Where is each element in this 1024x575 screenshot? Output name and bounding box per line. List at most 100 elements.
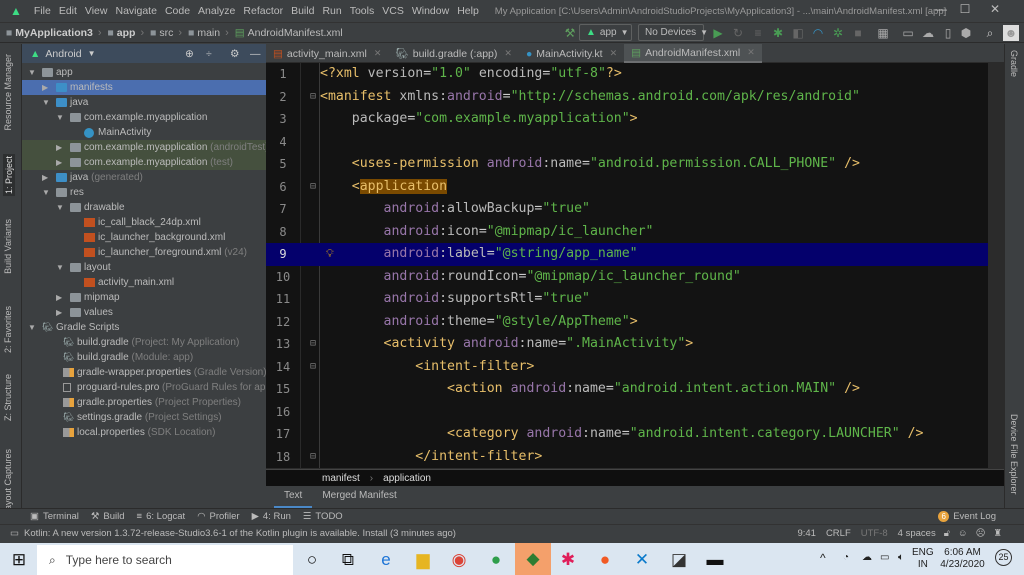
profile-icon[interactable]: ◠ xyxy=(810,25,826,41)
code-line[interactable]: 18 ⊟ </intent-filter> xyxy=(266,446,988,469)
menu-file[interactable]: File xyxy=(30,5,55,17)
tab-merged-manifest[interactable]: Merged Manifest xyxy=(312,486,406,508)
run-icon[interactable]: ▶ xyxy=(710,25,726,41)
menu-code[interactable]: Code xyxy=(161,5,194,17)
status-message[interactable]: Kotlin: A new version 1.3.72-release-Stu… xyxy=(24,528,456,539)
close-button[interactable]: ✕ xyxy=(980,2,1010,20)
file-explorer-icon[interactable]: ▆ xyxy=(408,547,438,573)
mongodb-compass-icon[interactable]: ● xyxy=(481,547,511,573)
project-structure-icon[interactable]: ▦ xyxy=(875,25,891,41)
sdk-manager-icon[interactable]: ⬢ xyxy=(958,25,974,41)
editor-tab[interactable]: ▤ activity_main.xml ✕ xyxy=(266,44,388,63)
tree-item[interactable]: ic_launcher_foreground.xml (v24) xyxy=(22,245,266,260)
tree-item[interactable]: local.properties (SDK Location) xyxy=(22,425,266,440)
breadcrumb-file[interactable]: ▤ AndroidManifest.xml xyxy=(235,27,343,39)
debug-icon[interactable]: ✱ xyxy=(770,25,786,41)
tree-item[interactable]: ▶ java (generated) xyxy=(22,170,266,185)
collapsed-arrow-icon[interactable]: ▶ xyxy=(42,170,52,185)
code-area[interactable]: 1 <?xml version="1.0" encoding="utf-8"?> 2… xyxy=(266,63,988,468)
sync-gradle-icon[interactable]: ▭ xyxy=(900,25,916,41)
expanded-arrow-icon[interactable]: ▼ xyxy=(42,185,52,200)
line-separator[interactable]: CRLF xyxy=(826,528,851,539)
tree-item[interactable]: ▶ mipmap xyxy=(22,290,266,305)
smile-feedback-icon[interactable]: ☺ xyxy=(958,528,968,539)
event-log-button[interactable]: 6 Event Log xyxy=(938,511,996,522)
cortana-icon[interactable]: ○ xyxy=(297,547,327,573)
code-line[interactable]: 13 ⊟ <activity android:name=".MainActivit… xyxy=(266,333,988,356)
edge-icon[interactable]: e xyxy=(371,547,401,573)
collapsed-arrow-icon[interactable]: ▶ xyxy=(56,290,66,305)
collapsed-arrow-icon[interactable]: ▶ xyxy=(56,155,66,170)
code-line[interactable]: 5 <uses-permission android:name="android… xyxy=(266,153,988,176)
memory-indicator-icon[interactable]: ♜ xyxy=(993,528,1002,539)
tool-tab-layout-captures[interactable]: Layout Captures xyxy=(3,449,13,515)
tree-item[interactable]: 🐘︎ settings.gradle (Project Settings) xyxy=(22,410,266,425)
battery-icon[interactable]: ▭ xyxy=(880,552,889,564)
code-line[interactable]: 9 💡︎ android:label="@string/app_name" xyxy=(266,243,988,266)
breadcrumb-module[interactable]: ■ app xyxy=(108,27,136,39)
menu-build[interactable]: Build xyxy=(287,5,318,17)
todo-button[interactable]: ☰ TODO xyxy=(303,511,343,522)
locate-icon[interactable]: ⊕ xyxy=(185,48,194,60)
menu-view[interactable]: View xyxy=(81,5,112,17)
menu-edit[interactable]: Edit xyxy=(55,5,81,17)
collapsed-arrow-icon[interactable]: ▶ xyxy=(56,305,66,320)
breadcrumb-src[interactable]: ■ src xyxy=(150,27,173,39)
code-line[interactable]: 16 xyxy=(266,401,988,424)
profiler-button[interactable]: ◠ Profiler xyxy=(197,511,239,522)
toggle-tool-windows-icon[interactable]: ▭ xyxy=(10,528,19,539)
network-icon[interactable]: ◔ xyxy=(843,552,849,564)
build-button[interactable]: ⚒ Build xyxy=(91,511,125,522)
code-line[interactable]: 8 android:icon="@mipmap/ic_launcher" xyxy=(266,221,988,244)
expanded-arrow-icon[interactable]: ▼ xyxy=(42,95,52,110)
tree-item[interactable]: gradle-wrapper.properties (Gradle Versio… xyxy=(22,365,267,380)
run-config-dropdown[interactable]: ▲ app ▼ xyxy=(579,24,632,41)
menu-vcs[interactable]: VCS xyxy=(378,5,408,17)
collapsed-arrow-icon[interactable]: ▶ xyxy=(56,140,66,155)
device-dropdown[interactable]: No Devices ▼ xyxy=(638,24,708,41)
menu-navigate[interactable]: Navigate xyxy=(111,5,160,17)
menu-tools[interactable]: Tools xyxy=(346,5,379,17)
fold-marker-icon[interactable]: ⊟ xyxy=(310,86,316,109)
code-line[interactable]: 12 android:theme="@style/AppTheme"> xyxy=(266,311,988,334)
fold-marker-icon[interactable]: ⊟ xyxy=(310,446,316,469)
breadcrumb-main[interactable]: ■ main xyxy=(188,27,220,39)
crumb-manifest[interactable]: manifest xyxy=(322,473,360,484)
taskbar-search[interactable]: ⌕ Type here to search xyxy=(37,545,293,575)
terminal-taskbar-icon[interactable]: ▬ xyxy=(700,547,730,573)
vscode-icon[interactable]: ✕ xyxy=(627,547,657,573)
code-line[interactable]: 7 android:allowBackup="true" xyxy=(266,198,988,221)
tray-chevron-icon[interactable]: ^ xyxy=(820,552,826,564)
make-project-hammer-icon[interactable]: ⚒ xyxy=(562,25,578,41)
fold-marker-icon[interactable]: ⊟ xyxy=(310,176,316,199)
tree-item[interactable]: ▶ com.example.myapplication (androidTest) xyxy=(22,140,269,155)
tool-tab-build-variants[interactable]: Build Variants xyxy=(3,219,13,274)
terminal-button[interactable]: ▣ Terminal xyxy=(30,511,79,522)
tree-item[interactable]: ▼ layout xyxy=(22,260,266,275)
caret-position[interactable]: 9:41 xyxy=(797,528,816,539)
code-line[interactable]: 11 android:supportsRtl="true" xyxy=(266,288,988,311)
close-tab-icon[interactable]: ✕ xyxy=(610,48,618,59)
code-line[interactable]: 1 <?xml version="1.0" encoding="utf-8"?> xyxy=(266,63,988,86)
file-encoding[interactable]: UTF-8 xyxy=(861,528,888,539)
menu-refactor[interactable]: Refactor xyxy=(239,5,287,17)
code-line[interactable]: 6 ⊟ <application xyxy=(266,176,988,199)
code-line[interactable]: 14 ⊟ <intent-filter> xyxy=(266,356,988,379)
tool-tab-gradle[interactable]: Gradle xyxy=(1009,50,1019,77)
user-avatar-icon[interactable]: ☻ xyxy=(1003,25,1019,41)
tree-item[interactable]: ▼ 🐘︎ Gradle Scripts xyxy=(22,320,266,335)
tree-item[interactable]: ic_launcher_background.xml xyxy=(22,230,266,245)
tree-item[interactable]: ▶ manifests xyxy=(22,80,266,95)
tree-item[interactable]: ic_call_black_24dp.xml xyxy=(22,215,266,230)
menu-analyze[interactable]: Analyze xyxy=(194,5,239,17)
editor-tab[interactable]: ● MainActivity.kt ✕ xyxy=(519,44,624,63)
logcat-button[interactable]: ≡ 6: Logcat xyxy=(137,511,186,522)
attach-debugger-icon[interactable]: ◧ xyxy=(790,25,806,41)
close-tab-icon[interactable]: ✕ xyxy=(747,47,755,58)
tree-item[interactable]: gradle.properties (Project Properties) xyxy=(22,395,266,410)
gear-icon[interactable]: ⚙ xyxy=(230,48,239,60)
expanded-arrow-icon[interactable]: ▼ xyxy=(56,110,66,125)
frown-feedback-icon[interactable]: ☹ xyxy=(976,528,986,539)
tool-tab-structure[interactable]: Z: Structure xyxy=(3,374,13,421)
menu-window[interactable]: Window xyxy=(408,5,453,17)
